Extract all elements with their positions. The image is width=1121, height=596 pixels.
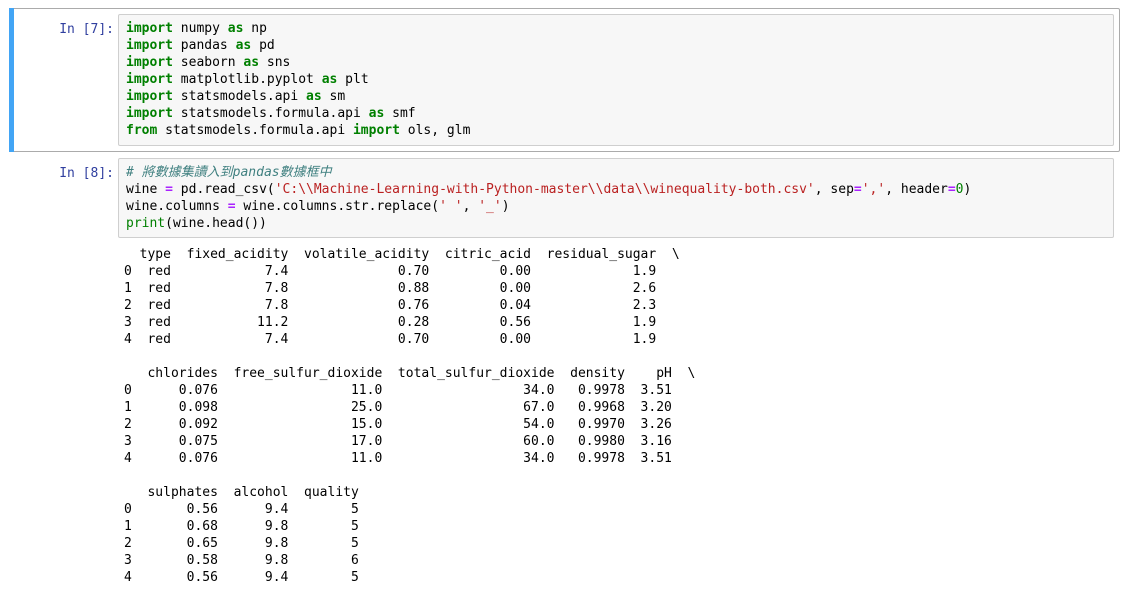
keyword: as [321,72,338,87]
var-wine: wine [126,182,158,197]
code-line-import: from statsmodels.formula.api import ols,… [126,122,1113,139]
output-line: 3 red 11.2 0.28 0.56 1.9 [124,315,657,330]
keyword: import [126,21,173,36]
read-csv-call: pd.read_csv( [180,182,275,197]
print-arg: (wine.head()) [165,216,267,231]
header-eq: = [947,182,956,197]
sep-kw: , sep [814,182,854,197]
output-line: 0 0.56 9.4 5 [124,502,359,517]
module-name: statsmodels.formula.api [180,106,361,121]
keyword: import [126,55,173,70]
alias-name: sm [329,89,346,104]
columns-lhs: wine.columns [126,199,220,214]
output-line: 0 red 7.4 0.70 0.00 1.9 [124,264,657,279]
alias-name: ols, glm [407,123,471,138]
code-editor-7[interactable]: import numpy as np import pandas as pd imp… [118,14,1114,146]
code-line-replace: wine.columns = wine.columns.str.replace(… [126,198,1113,215]
output-line: 3 0.075 17.0 60.0 0.9980 3.16 [124,434,672,449]
output-line: 2 red 7.8 0.76 0.04 2.3 [124,298,657,313]
output-line: type fixed_acidity volatile_acidity citr… [124,247,680,262]
code-line-import: import pandas as pd [126,37,1113,54]
code-line-import: import matplotlib.pyplot as plt [126,71,1113,88]
code-editor-8[interactable]: # 將數據集讀入到pandas數據框中 wine = pd.read_csv('… [118,158,1114,238]
alias-name: plt [345,72,369,87]
output-line: 2 0.65 9.8 5 [124,536,359,551]
code-line-import: import numpy as np [126,20,1113,37]
output-line: 1 0.68 9.8 5 [124,519,359,534]
keyword: import [126,72,173,87]
keyword: from [126,123,158,138]
output-line: 4 0.56 9.4 5 [124,570,359,585]
alias-name: np [251,21,267,36]
code-lines: import numpy as np import pandas as pd imp… [126,20,1113,139]
code-line-import: import statsmodels.formula.api as smf [126,105,1113,122]
module-name: statsmodels.formula.api [165,123,346,138]
keyword: as [243,55,260,70]
comment-text: # 將數據集讀入到pandas數據框中 [126,165,332,180]
csv-path-string: 'C:\\Machine-Learning-with-Python-master… [274,182,815,197]
output-line: chlorides free_sulfur_dioxide total_sulf… [124,366,696,381]
print-builtin: print [126,216,166,231]
alias-name: pd [259,38,275,53]
arg-sep: , [462,199,479,214]
output-line: 4 0.076 11.0 34.0 0.9978 3.51 [124,451,672,466]
code-line-comment: # 將數據集讀入到pandas數據框中 [126,164,1113,181]
sep-eq: = [853,182,862,197]
code-line-import: import seaborn as sns [126,54,1113,71]
alias-name: smf [392,106,416,121]
close-paren: ) [501,199,510,214]
output-line: sulphates alcohol quality [124,485,359,500]
keyword: as [227,21,244,36]
output-line: 4 red 7.4 0.70 0.00 1.9 [124,332,657,347]
output-line: 2 0.092 15.0 54.0 0.9970 3.26 [124,417,672,432]
cell-output-8: type fixed_acidity volatile_acidity citr… [124,246,695,586]
keyword: import [126,106,173,121]
space-string: ' ' [439,199,463,214]
output-line: 0 0.076 11.0 34.0 0.9978 3.51 [124,383,672,398]
module-name: seaborn [180,55,236,70]
output-line: 1 0.098 25.0 67.0 0.9968 3.20 [124,400,672,415]
sep-value: ',' [861,182,886,197]
assign-op: = [227,199,236,214]
header-kw: , header [885,182,948,197]
output-line: 3 0.58 9.8 6 [124,553,359,568]
underscore-string: '_' [478,199,502,214]
keyword: as [235,38,252,53]
assign-op: = [165,182,173,197]
module-name: numpy [180,21,220,36]
code-line-import: import statsmodels.api as sm [126,88,1113,105]
module-name: matplotlib.pyplot [180,72,314,87]
keyword: as [306,89,322,104]
alias-name: sns [266,55,291,70]
header-value: 0 [955,182,964,197]
keyword: import [352,123,400,138]
close-paren: ) [963,182,972,197]
output-line: 1 red 7.8 0.88 0.00 2.6 [124,281,657,296]
keyword: import [126,89,173,104]
code-line-read-csv: wine = pd.read_csv('C:\\Machine-Learning… [126,181,1113,198]
replace-call: wine.columns.str.replace( [243,199,440,214]
keyword: import [126,38,173,53]
input-prompt-7: In [7]: [59,22,114,37]
module-name: statsmodels.api [180,89,299,104]
input-prompt-8: In [8]: [59,166,114,181]
code-line-print: print(wine.head()) [126,215,1113,232]
module-name: pandas [180,38,228,53]
keyword: as [368,106,385,121]
